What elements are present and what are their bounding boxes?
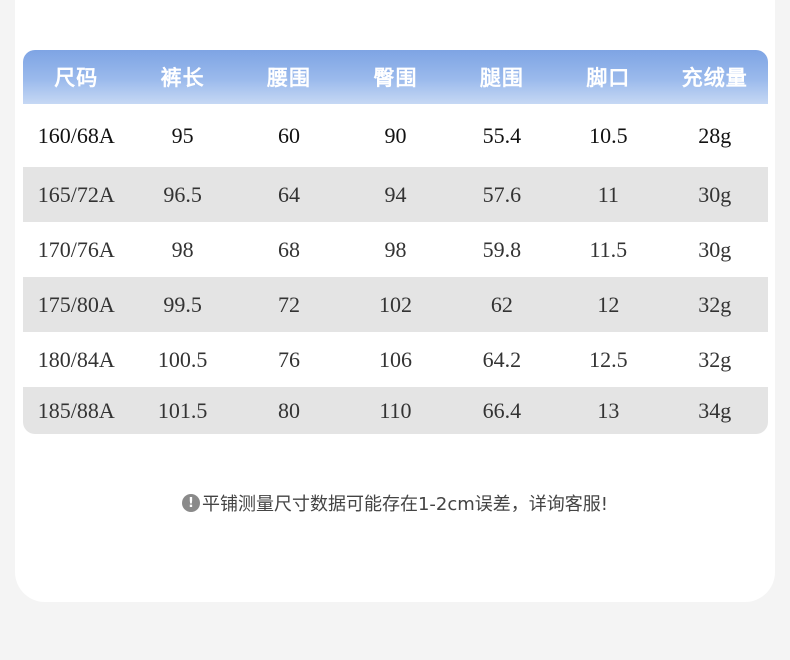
cell-pants-length: 96.5 — [163, 181, 202, 207]
cell-waist: 68 — [278, 236, 301, 262]
cell-waist: 76 — [278, 346, 301, 372]
table-header-row: 尺码 裤长 腰围 臀围 腿围 脚口 充绒量 — [23, 50, 768, 104]
cell-pants-length: 98 — [171, 236, 194, 262]
cell-waist: 64 — [278, 181, 301, 207]
size-table: 尺码 裤长 腰围 臀围 腿围 脚口 充绒量 160/68A 95 60 90 5… — [23, 50, 768, 434]
cell-hip: 98 — [384, 236, 407, 262]
cell-leg-opening: 10.5 — [589, 122, 628, 148]
cell-pants-length: 95 — [171, 122, 194, 148]
cell-down-fill: 28g — [698, 122, 732, 148]
table-row: 180/84A 100.5 76 106 64.2 12.5 32g — [23, 332, 768, 387]
cell-waist: 80 — [278, 397, 301, 423]
cell-leg-opening: 12 — [597, 291, 620, 317]
cell-leg-opening: 11 — [597, 181, 619, 207]
cell-leg-opening: 13 — [597, 397, 620, 423]
table-row: 165/72A 96.5 64 94 57.6 11 30g — [23, 167, 768, 222]
table-row: 185/88A 101.5 80 110 66.4 13 34g — [23, 387, 768, 434]
header-size: 尺码 — [54, 66, 99, 90]
table-row: 160/68A 95 60 90 55.4 10.5 28g — [23, 104, 768, 167]
cell-thigh: 62 — [490, 291, 513, 317]
cell-hip: 90 — [384, 122, 407, 148]
cell-pants-length: 99.5 — [163, 291, 202, 317]
cell-waist: 72 — [278, 291, 301, 317]
cell-down-fill: 34g — [698, 397, 732, 423]
exclamation-circle-icon: ! — [181, 494, 200, 512]
cell-waist: 60 — [278, 122, 301, 148]
cell-down-fill: 30g — [698, 181, 732, 207]
cell-down-fill: 32g — [698, 346, 732, 372]
cell-size: 185/88A — [37, 397, 115, 423]
measurement-note: ! 平铺测量尺寸数据可能存在1-2cm误差，详询客服! — [0, 490, 790, 516]
header-waist: 腰围 — [267, 66, 312, 90]
cell-leg-opening: 11.5 — [589, 236, 628, 262]
cell-size: 175/80A — [37, 291, 115, 317]
cell-hip: 102 — [378, 291, 412, 317]
cell-down-fill: 32g — [698, 291, 732, 317]
cell-hip: 106 — [378, 346, 412, 372]
cell-size: 165/72A — [37, 181, 115, 207]
cell-pants-length: 100.5 — [157, 346, 208, 372]
header-leg-opening: 脚口 — [586, 66, 631, 90]
cell-down-fill: 30g — [698, 236, 732, 262]
cell-hip: 110 — [379, 397, 412, 423]
cell-thigh: 64.2 — [482, 346, 522, 372]
table-row: 175/80A 99.5 72 102 62 12 32g — [23, 277, 768, 332]
cell-size: 170/76A — [37, 236, 115, 262]
cell-thigh: 57.6 — [482, 181, 522, 207]
cell-pants-length: 101.5 — [157, 397, 208, 423]
cell-thigh: 55.4 — [482, 122, 522, 148]
table-row: 170/76A 98 68 98 59.8 11.5 30g — [23, 222, 768, 277]
header-pants-length: 裤长 — [160, 66, 205, 90]
cell-size: 160/68A — [37, 122, 115, 148]
header-down-fill: 充绒量 — [681, 66, 748, 90]
cell-thigh: 66.4 — [482, 397, 522, 423]
header-thigh: 腿围 — [479, 66, 524, 90]
measurement-note-text: 平铺测量尺寸数据可能存在1-2cm误差，详询客服! — [201, 494, 609, 515]
cell-size: 180/84A — [37, 346, 115, 372]
header-hip: 臀围 — [373, 66, 418, 90]
cell-hip: 94 — [384, 181, 407, 207]
cell-leg-opening: 12.5 — [589, 346, 628, 372]
cell-thigh: 59.8 — [482, 236, 522, 262]
